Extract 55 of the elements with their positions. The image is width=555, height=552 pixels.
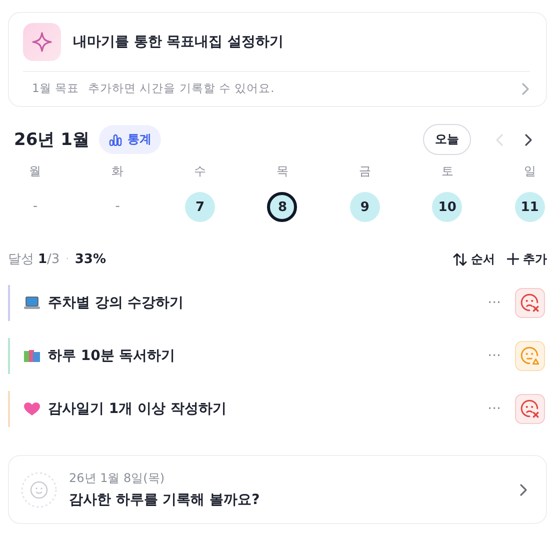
smiley-icon: [21, 472, 57, 508]
plus-icon: [507, 253, 519, 265]
status-button[interactable]: [515, 288, 545, 318]
add-button[interactable]: 추가: [507, 250, 547, 268]
weekday-label: 목: [276, 163, 288, 180]
date-button[interactable]: 11: [514, 192, 545, 222]
chevron-right-icon: [524, 132, 533, 146]
status-button[interactable]: [515, 394, 545, 424]
status-button[interactable]: [515, 341, 545, 371]
goal-row[interactable]: 주차별 강의 수강하기 ···: [8, 285, 547, 321]
goal-label: 1월 목표: [32, 81, 79, 96]
neutral-face-icon: [520, 346, 540, 366]
journal-prompt: 감사한 하루를 기록해 볼까요?: [69, 491, 261, 509]
goal-row[interactable]: 하루 10분 독서하기 ···: [8, 338, 547, 374]
done-count: 1: [38, 252, 48, 266]
weekday-label: 일: [524, 163, 536, 180]
date-button[interactable]: 9: [350, 192, 380, 222]
date-button[interactable]: 10: [432, 192, 462, 222]
journal-card[interactable]: 26년 1월 8일(목) 감사한 하루를 기록해 볼까요?: [8, 455, 547, 524]
bar-chart-icon: [109, 134, 122, 146]
achievement-percent: 33%: [74, 252, 106, 266]
weekday-label: 금: [358, 163, 371, 180]
chevron-right-icon: [521, 82, 530, 96]
books-icon: [24, 349, 40, 363]
weekday-label: 토: [441, 163, 454, 180]
goal-row[interactable]: 감사일기 1개 이상 작성하기 ···: [8, 391, 547, 427]
weekday-label: 월: [29, 163, 42, 180]
empty-date: -: [32, 198, 38, 216]
total-count: /3: [47, 252, 60, 266]
sad-face-icon: [520, 293, 540, 313]
sort-icon: [453, 252, 467, 266]
chevron-left-icon: [495, 132, 504, 146]
empty-date: -: [115, 198, 120, 216]
heart-icon: [24, 402, 40, 416]
date-button[interactable]: 7: [185, 192, 216, 222]
achievement-label: 달성: [8, 251, 34, 268]
date-button[interactable]: 8: [267, 192, 298, 222]
sad-face-icon: [520, 399, 540, 419]
sort-button[interactable]: 순서: [453, 250, 495, 268]
journal-date: 26년 1월 8일(목): [69, 470, 166, 487]
goal-title: 주차별 강의 수강하기: [48, 295, 184, 311]
stats-button[interactable]: 통계: [99, 125, 162, 154]
chevron-right-icon: [519, 482, 528, 496]
weekday-label: 수: [194, 163, 206, 180]
today-button[interactable]: 오늘: [423, 124, 471, 155]
goal-banner-card[interactable]: 내마기를 통한 목표내집 설정하기 1월 목표 추가하면 시간을 기록할 수 있어요.: [8, 12, 547, 107]
laptop-icon: [24, 296, 40, 310]
goal-title: 하루 10분 독서하기: [48, 348, 176, 364]
month-title: 26년 1월: [14, 129, 90, 151]
sparkle-icon: [23, 23, 61, 61]
goal-title: 감사일기 1개 이상 작성하기: [48, 401, 226, 417]
separator-dot: ·: [66, 254, 69, 264]
weekday-label: 화: [112, 163, 124, 180]
banner-hint: 추가하면 시간을 기록할 수 있어요.: [88, 81, 274, 95]
banner-title: 내마기를 통한 목표내집 설정하기: [73, 33, 284, 51]
